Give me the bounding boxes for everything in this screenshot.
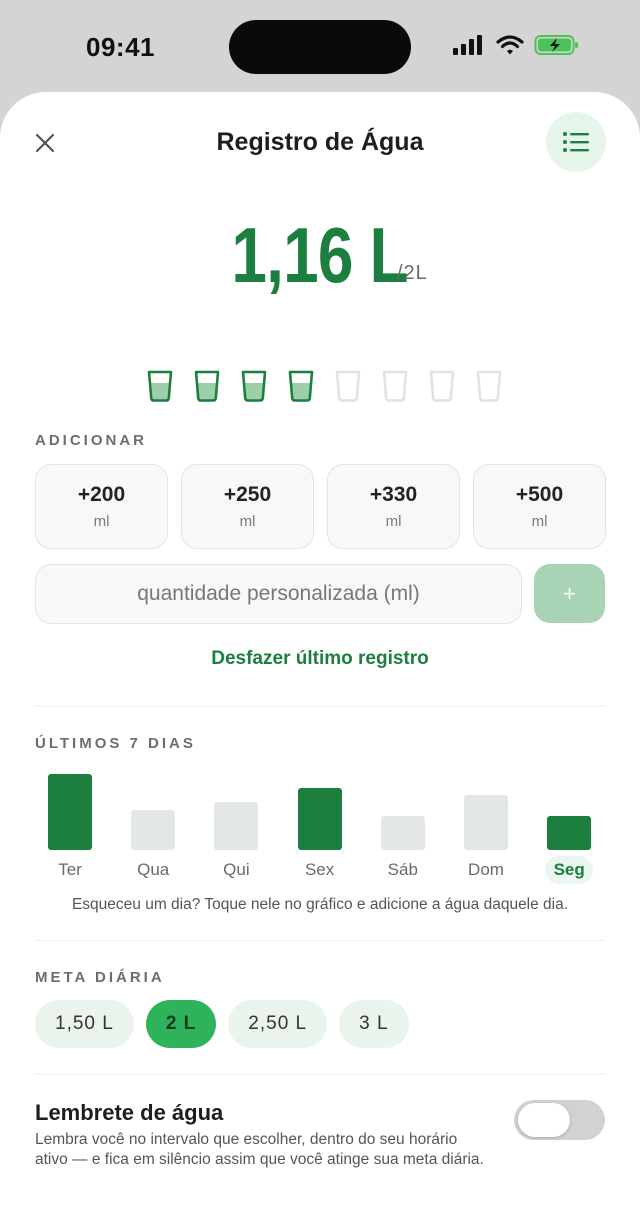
goal-option-3[interactable]: 3 L [339,1000,409,1048]
daily-goal-label: META DIÁRIA [35,969,165,986]
daily-goal-options: 1,50 L 2 L 2,50 L 3 L [35,1000,409,1048]
chart-day-label[interactable]: Ter [35,856,105,884]
chart-bar-qui[interactable] [214,802,259,850]
cellular-signal-icon [453,35,482,55]
add-amount: +500 [515,483,564,506]
cup-filled-icon [147,370,173,402]
add-200-button[interactable]: +200 ml [35,464,168,549]
divider [35,940,605,941]
goal-option-2[interactable]: 2 L [145,1000,217,1048]
water-log-sheet: Registro de Água 1,16 L /2L ADICIONAR +2… [0,92,640,1228]
cup-empty-icon [429,370,455,402]
page-title: Registro de Água [216,128,424,156]
reminder-title: Lembrete de água [35,1100,224,1125]
chart-day-label[interactable]: Dom [451,856,521,884]
chart-day-label[interactable]: Qua [118,856,188,884]
intake-display: 1,16 L [0,210,640,301]
intake-goal: /2L [397,262,428,284]
add-330-button[interactable]: +330 ml [327,464,460,549]
add-unit: ml [93,513,110,530]
add-unit: ml [239,513,256,530]
cup-filled-icon [241,370,267,402]
current-intake: 1,16 L [231,211,409,299]
chart-hint: Esqueceu um dia? Toque nele no gráfico e… [71,896,569,913]
cups-progress [144,370,505,402]
reminder-description: Lembra você no intervalo que escolher, d… [35,1131,484,1168]
goal-option-1-50[interactable]: 1,50 L [35,1000,134,1048]
add-amount: +250 [223,483,272,506]
status-bar: 09:41 [0,0,640,92]
chart-bar-dom[interactable] [464,795,508,850]
add-500-button[interactable]: +500 ml [473,464,606,549]
list-icon [563,132,589,152]
chart-bar-seg[interactable] [547,816,592,850]
custom-add-button[interactable]: + [534,564,605,623]
chart-day-label[interactable]: Qui [201,856,271,884]
chart-day-label[interactable]: Seg [545,856,594,884]
chart-bar-sex[interactable] [297,788,342,850]
cup-filled-icon [194,370,220,402]
add-amount: +200 [77,483,126,506]
chart-bar-qua[interactable] [131,810,176,850]
add-unit: ml [531,513,548,530]
cup-empty-icon [335,370,361,402]
chart-day-label[interactable]: Sáb [368,856,438,884]
cup-empty-icon [382,370,408,402]
status-time: 09:41 [86,32,155,62]
history-section-label: ÚLTIMOS 7 DIAS [35,735,196,752]
goal-option-2-50[interactable]: 2,50 L [228,1000,328,1048]
add-section-label: ADICIONAR [35,432,147,449]
reminder-toggle[interactable] [514,1100,605,1140]
undo-last-entry-link[interactable]: Desfazer último registro [0,648,640,670]
add-250-button[interactable]: +250 ml [181,464,314,549]
divider [35,706,605,707]
divider [35,1074,605,1075]
toggle-knob [518,1103,570,1137]
last-7-days-chart: Ter Qua Qui Sex Sáb Dom Seg [35,754,605,884]
battery-charging-icon [534,35,578,55]
cup-filled-icon [288,370,314,402]
add-amount: +330 [369,483,418,506]
add-unit: ml [385,513,402,530]
status-icons [452,34,580,56]
chart-bar-sáb[interactable] [380,816,425,850]
cup-empty-icon [476,370,502,402]
wifi-icon [496,35,524,55]
history-list-button[interactable] [546,112,606,172]
chart-day-label[interactable]: Sex [285,856,355,884]
chart-bar-ter[interactable] [48,774,92,850]
custom-amount-input[interactable] [35,564,522,624]
quick-add-options: +200 ml +250 ml +330 ml +500 ml [35,464,606,549]
dynamic-island [229,20,411,74]
